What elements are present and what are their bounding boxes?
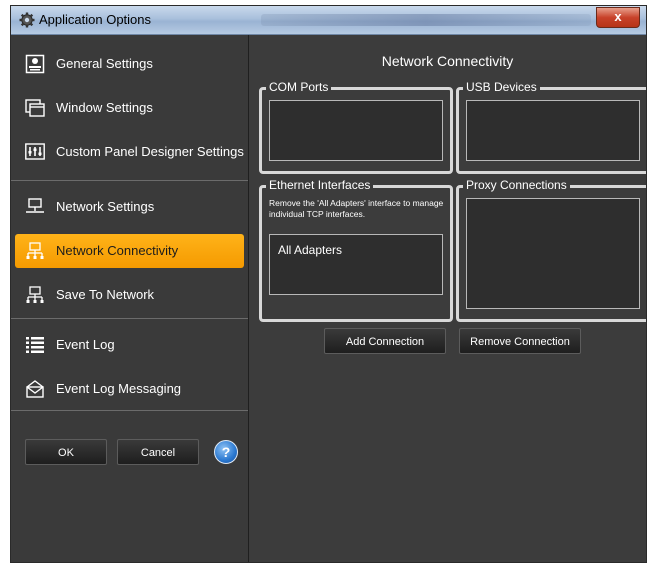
usb-devices-list[interactable] — [466, 100, 640, 161]
sidebar-item-label: Custom Panel Designer Settings — [56, 144, 244, 159]
sidebar-item-network-settings[interactable]: Network Settings — [15, 190, 244, 224]
sidebar-item-window-settings[interactable]: Window Settings — [15, 91, 244, 125]
window-title: Application Options — [39, 12, 152, 27]
network-icon — [26, 198, 44, 213]
com-ports-list[interactable] — [269, 100, 443, 161]
sidebar-item-label: Event Log — [56, 337, 115, 352]
ethernet-interfaces-group: Ethernet Interfaces Remove the 'All Adap… — [259, 178, 453, 322]
network-icon — [26, 242, 44, 259]
sidebar-item-general-settings[interactable]: General Settings — [15, 47, 244, 81]
title-bar[interactable]: Application Options x — [11, 6, 646, 35]
sidebar-item-label: Window Settings — [56, 100, 153, 115]
sidebar-item-save-to-network[interactable]: Save To Network — [15, 278, 244, 312]
sidebar-item-label: Network Connectivity — [56, 243, 179, 258]
sidebar-item-label: Save To Network — [56, 287, 155, 302]
sidebar: General Settings Window Settings Custom … — [11, 35, 249, 562]
usb-devices-group: USB Devices — [456, 80, 646, 174]
ethernet-note: Remove the 'All Adapters' interface to m… — [269, 198, 444, 219]
window-icon — [25, 99, 45, 117]
application-options-window: Application Options x General Settings W… — [10, 5, 647, 563]
panel-designer-icon — [25, 143, 45, 160]
sidebar-divider — [11, 410, 248, 411]
help-icon[interactable]: ? — [214, 440, 238, 464]
com-ports-group: COM Ports — [259, 80, 453, 174]
network-connectivity-panel: Network Connectivity COM Ports USB Devic… — [249, 35, 646, 562]
sidebar-item-event-log-messaging[interactable]: Event Log Messaging — [15, 372, 244, 406]
close-button[interactable]: x — [596, 7, 640, 28]
list-item[interactable]: All Adapters — [278, 243, 342, 257]
ethernet-interfaces-label: Ethernet Interfaces — [266, 178, 374, 192]
remove-connection-button[interactable]: Remove Connection — [459, 328, 581, 354]
sidebar-item-custom-panel-designer[interactable]: Custom Panel Designer Settings — [15, 135, 244, 169]
sidebar-divider — [11, 318, 248, 319]
list-icon — [26, 337, 44, 353]
gear-icon — [19, 12, 35, 28]
add-connection-button[interactable]: Add Connection — [324, 328, 446, 354]
blurred-background — [261, 14, 591, 26]
com-ports-label: COM Ports — [266, 80, 332, 94]
sidebar-item-network-connectivity[interactable]: Network Connectivity — [15, 234, 244, 268]
ok-button[interactable]: OK — [25, 439, 107, 465]
sidebar-item-label: General Settings — [56, 56, 153, 71]
proxy-connections-label: Proxy Connections — [463, 178, 570, 192]
proxy-connections-group: Proxy Connections — [456, 178, 646, 322]
sidebar-item-label: Event Log Messaging — [56, 381, 182, 396]
usb-devices-label: USB Devices — [463, 80, 540, 94]
sidebar-item-event-log[interactable]: Event Log — [15, 328, 244, 362]
envelope-icon — [26, 380, 44, 398]
sidebar-item-label: Network Settings — [56, 199, 155, 214]
network-icon — [26, 286, 44, 303]
proxy-connections-list[interactable] — [466, 198, 640, 309]
ethernet-interfaces-list[interactable]: All Adapters — [269, 234, 443, 295]
cancel-button[interactable]: Cancel — [117, 439, 199, 465]
sidebar-divider — [11, 180, 248, 181]
general-settings-icon — [25, 54, 45, 74]
page-title: Network Connectivity — [381, 53, 514, 69]
